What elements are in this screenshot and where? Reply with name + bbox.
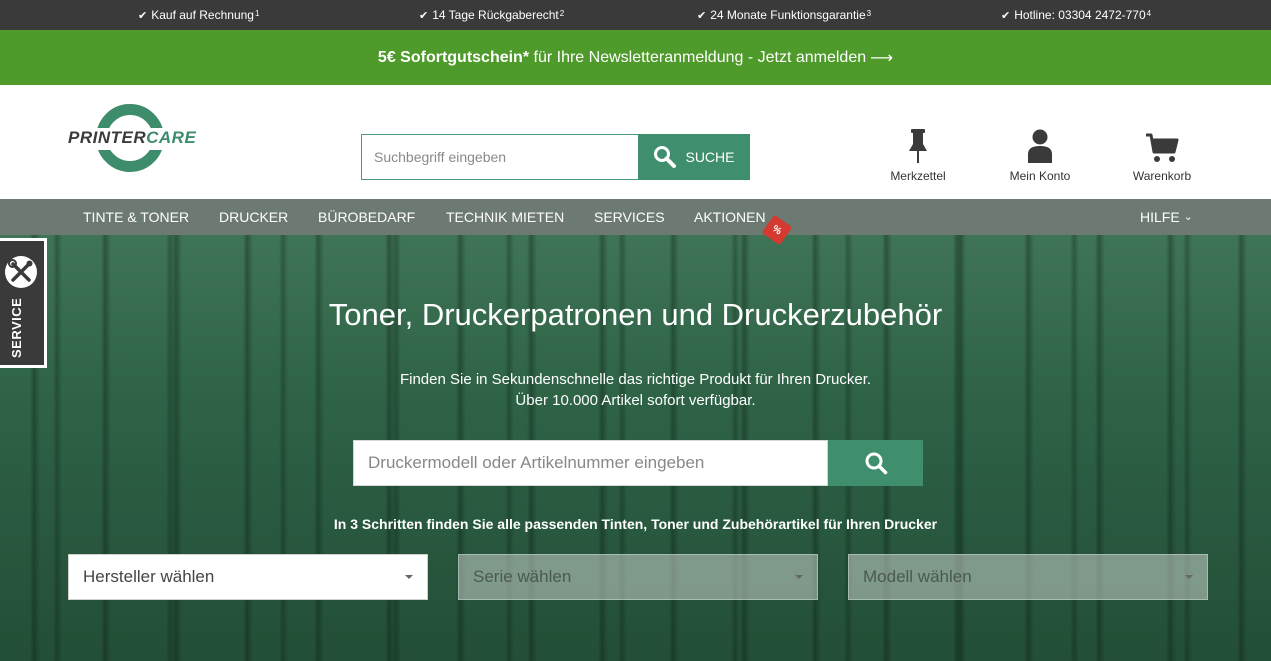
chevron-down-icon	[1185, 575, 1193, 579]
usp-text: Hotline: 03304 2472-770	[1014, 8, 1146, 22]
account-link[interactable]: Mein Konto	[1000, 127, 1080, 183]
usp-item-hotline[interactable]: ✔ Hotline: 03304 2472-770 4	[1001, 8, 1151, 22]
newsletter-voucher: 5€ Sofortgutschein*	[377, 48, 530, 66]
search-icon	[865, 452, 887, 475]
usp-footnote: 4	[1146, 8, 1152, 18]
usp-item-invoice: ✔ Kauf auf Rechnung 1	[138, 8, 259, 22]
chevron-down-icon	[405, 575, 413, 579]
usp-item-return: ✔ 14 Tage Rückgaberecht 2	[419, 8, 564, 22]
printer-search-button[interactable]	[828, 440, 923, 486]
usp-bar: ✔ Kauf auf Rechnung 1 ✔ 14 Tage Rückgaber…	[0, 0, 1271, 30]
check-icon: ✔	[419, 9, 429, 22]
header: PRINTERCARE SUCHE Merkzettel	[0, 85, 1271, 199]
usp-footnote: 3	[866, 8, 872, 18]
account-label: Mein Konto	[1009, 169, 1071, 183]
user-icon	[1028, 129, 1052, 163]
usp-text: 24 Monate Funktionsgarantie	[710, 8, 866, 22]
nav-hilfe-label: HILFE	[1140, 209, 1180, 225]
nav-item-technik-mieten[interactable]: TECHNIK MIETEN	[446, 209, 564, 225]
header-search-button-label: SUCHE	[685, 149, 735, 165]
nav-item-drucker[interactable]: DRUCKER	[219, 209, 288, 225]
wishlist-link[interactable]: Merkzettel	[878, 127, 958, 183]
logo-text-printer: PRINTER	[68, 128, 147, 147]
tools-icon	[5, 256, 37, 288]
chevron-down-icon: ⌄	[1183, 211, 1193, 223]
hero-steps-text: In 3 Schritten finden Sie alle passenden…	[333, 516, 938, 532]
arrow-right-icon: ⟶	[870, 49, 894, 67]
check-icon: ✔	[1001, 9, 1011, 22]
cart-link[interactable]: Warenkorb	[1122, 127, 1202, 183]
wishlist-label: Merkzettel	[890, 169, 946, 183]
logo[interactable]: PRINTERCARE	[66, 103, 201, 175]
nav-item-aktionen[interactable]: AKTIONEN	[694, 209, 766, 225]
logo-text: PRINTERCARE	[66, 128, 199, 150]
nav-item-buerobedarf[interactable]: BÜROBEDARF	[318, 209, 415, 225]
service-tab-label: SERVICE	[9, 297, 24, 358]
printer-search	[353, 440, 923, 486]
hero-title: Toner, Druckerpatronen und Druckerzubehö…	[328, 297, 943, 332]
nav-item-tinte-toner[interactable]: TINTE & TONER	[83, 209, 189, 225]
hero-subtitle: Finden Sie in Sekundenschnelle das richt…	[0, 369, 1271, 411]
newsletter-text: für Ihre Newsletteranmeldung - Jetzt anm…	[529, 48, 867, 66]
nav-item-hilfe[interactable]: HILFE ⌄	[1140, 209, 1193, 225]
hero-section: Toner, Druckerpatronen und Druckerzubehö…	[0, 235, 1271, 661]
chevron-down-icon	[795, 575, 803, 579]
check-icon: ✔	[697, 9, 707, 22]
usp-footnote: 2	[559, 8, 565, 18]
pin-icon	[909, 129, 927, 163]
manufacturer-select-label: Hersteller wählen	[83, 567, 215, 586]
logo-text-care: CARE	[146, 128, 197, 147]
usp-text: Kauf auf Rechnung	[151, 8, 254, 22]
hero-subtitle-line-1: Finden Sie in Sekundenschnelle das richt…	[399, 371, 872, 388]
header-search-input[interactable]	[361, 134, 638, 180]
usp-footnote: 1	[254, 8, 260, 18]
series-select-label: Serie wählen	[473, 567, 572, 586]
manufacturer-select[interactable]: Hersteller wählen	[68, 554, 428, 600]
usp-text: 14 Tage Rückgaberecht	[432, 8, 559, 22]
header-search: SUCHE	[361, 134, 750, 180]
series-select[interactable]: Serie wählen	[458, 554, 818, 600]
check-icon: ✔	[138, 9, 148, 22]
main-nav: TINTE & TONER DRUCKER BÜROBEDARF TECHNIK…	[0, 199, 1271, 235]
hero-subtitle-line-2: Über 10.000 Artikel sofort verfügbar.	[515, 392, 756, 409]
printer-search-input[interactable]	[353, 440, 828, 486]
model-select[interactable]: Modell wählen	[848, 554, 1208, 600]
search-icon	[654, 146, 677, 168]
model-select-label: Modell wählen	[863, 567, 972, 586]
newsletter-banner[interactable]: 5€ Sofortgutschein* für Ihre Newslettera…	[0, 30, 1271, 85]
header-search-button[interactable]: SUCHE	[638, 134, 750, 180]
nav-item-services[interactable]: SERVICES	[594, 209, 665, 225]
usp-item-warranty: ✔ 24 Monate Funktionsgarantie 3	[697, 8, 871, 22]
cart-label: Warenkorb	[1132, 169, 1192, 183]
cart-icon	[1146, 133, 1179, 162]
service-tab[interactable]: SERVICE	[0, 238, 47, 368]
